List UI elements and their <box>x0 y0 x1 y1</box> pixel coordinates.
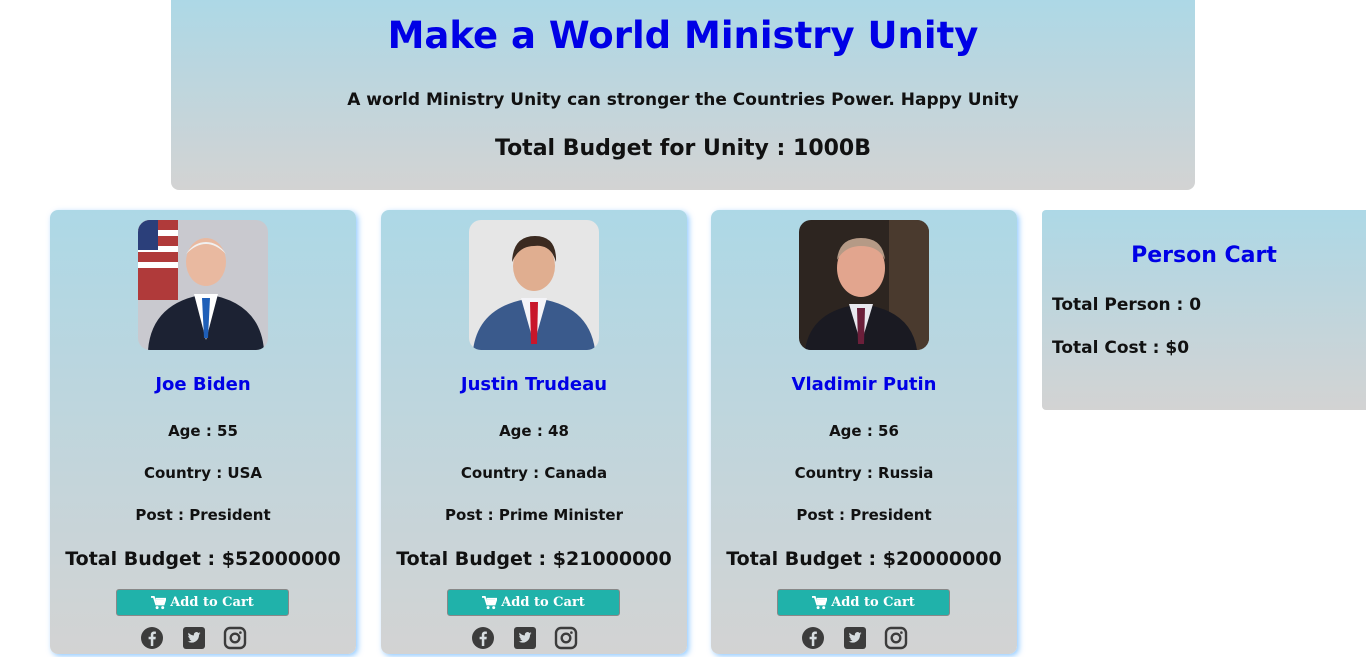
person-photo <box>799 220 929 350</box>
cart-icon <box>482 595 498 609</box>
person-name: Justin Trudeau <box>460 374 608 395</box>
add-to-cart-button[interactable]: Add to Cart <box>116 589 289 616</box>
add-to-cart-label: Add to Cart <box>501 595 585 610</box>
cart-total-person: Total Person : 0 <box>1052 295 1202 315</box>
cart-total-cost: Total Cost : $0 <box>1052 338 1190 358</box>
add-to-cart-button[interactable]: Add to Cart <box>447 589 620 616</box>
twitter-icon[interactable] <box>182 626 206 650</box>
facebook-icon[interactable] <box>471 626 495 650</box>
person-age: Age : 55 <box>168 422 238 440</box>
twitter-icon[interactable] <box>843 626 867 650</box>
person-country: Country : Canada <box>460 464 608 482</box>
person-country: Country : Russia <box>794 464 934 482</box>
instagram-icon[interactable] <box>223 626 247 650</box>
page-title: Make a World Ministry Unity <box>387 14 979 57</box>
person-country: Country : USA <box>143 464 263 482</box>
add-to-cart-label: Add to Cart <box>170 595 254 610</box>
instagram-icon[interactable] <box>554 626 578 650</box>
person-post: Post : President <box>796 506 932 524</box>
person-card: Vladimir Putin Age : 56 Country : Russia… <box>711 210 1017 654</box>
header-banner: Make a World Ministry Unity A world Mini… <box>171 0 1195 190</box>
person-name: Vladimir Putin <box>791 374 937 395</box>
cart-title: Person Cart <box>1131 243 1277 268</box>
facebook-icon[interactable] <box>140 626 164 650</box>
page-subtitle: A world Ministry Unity can stronger the … <box>347 90 1019 110</box>
person-post: Post : Prime Minister <box>445 506 623 524</box>
social-links <box>381 626 687 650</box>
person-age: Age : 48 <box>499 422 569 440</box>
cart-icon <box>151 595 167 609</box>
person-name: Joe Biden <box>155 374 251 395</box>
person-budget: Total Budget : $52000000 <box>65 548 341 570</box>
add-to-cart-button[interactable]: Add to Cart <box>777 589 950 616</box>
person-photo <box>138 220 268 350</box>
cart-icon <box>812 595 828 609</box>
person-budget: Total Budget : $21000000 <box>396 548 672 570</box>
person-card: Justin Trudeau Age : 48 Country : Canada… <box>381 210 687 654</box>
person-cart-panel: Person Cart Total Person : 0 Total Cost … <box>1042 210 1366 410</box>
social-links <box>50 626 356 650</box>
person-post: Post : President <box>135 506 271 524</box>
person-photo <box>469 220 599 350</box>
facebook-icon[interactable] <box>801 626 825 650</box>
twitter-icon[interactable] <box>513 626 537 650</box>
instagram-icon[interactable] <box>884 626 908 650</box>
person-card: Joe Biden Age : 55 Country : USA Post : … <box>50 210 356 654</box>
person-age: Age : 56 <box>829 422 899 440</box>
social-links <box>711 626 1017 650</box>
person-budget: Total Budget : $20000000 <box>726 548 1002 570</box>
add-to-cart-label: Add to Cart <box>831 595 915 610</box>
total-budget-label: Total Budget for Unity : 1000B <box>494 136 872 161</box>
